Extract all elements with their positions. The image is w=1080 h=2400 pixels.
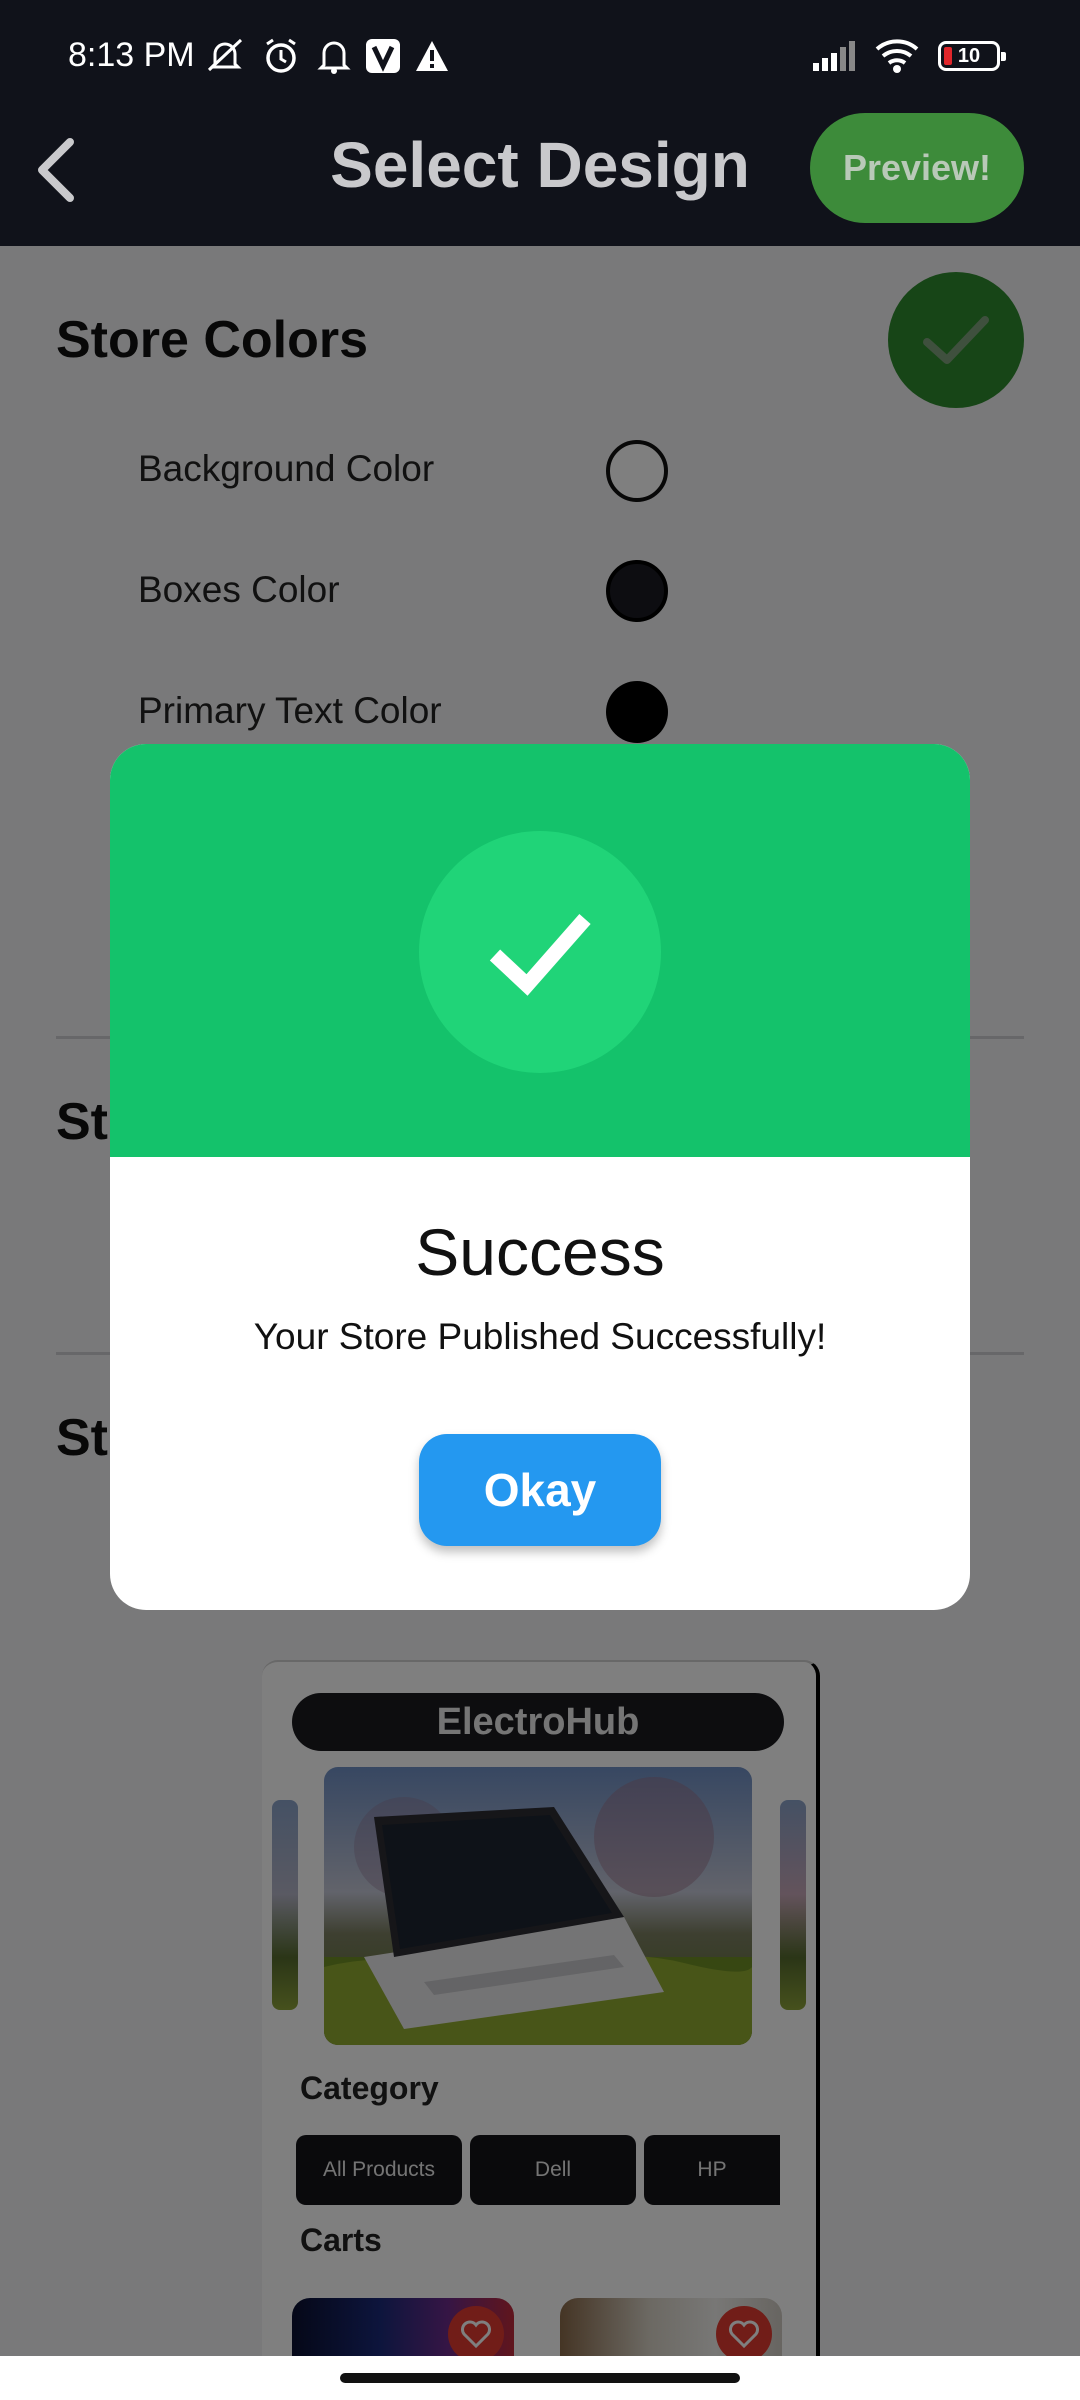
- success-dialog: Success Your Store Published Successfull…: [110, 744, 970, 1610]
- signal-icon: [810, 38, 860, 74]
- dialog-title: Success: [415, 1215, 665, 1289]
- v-app-icon: [364, 38, 402, 74]
- alarm-icon: [258, 38, 304, 74]
- dialog-header: [110, 744, 970, 1157]
- checkmark-icon: [489, 914, 591, 996]
- success-badge: [419, 831, 661, 1073]
- notification-bell-icon: [314, 38, 354, 74]
- battery-level: 10: [957, 44, 981, 67]
- status-bar: 8:13 PM 10: [0, 0, 1080, 120]
- mute-icon: [200, 38, 250, 74]
- dialog-message: Your Store Published Successfully!: [253, 1316, 827, 1357]
- warning-icon: [412, 38, 452, 74]
- okay-button[interactable]: Okay: [419, 1434, 661, 1546]
- status-time: 8:13 PM: [68, 36, 195, 74]
- home-indicator[interactable]: [340, 2373, 740, 2383]
- battery-icon: 10: [934, 38, 1006, 74]
- preview-button[interactable]: Preview!: [810, 113, 1024, 223]
- wifi-icon: [872, 38, 922, 74]
